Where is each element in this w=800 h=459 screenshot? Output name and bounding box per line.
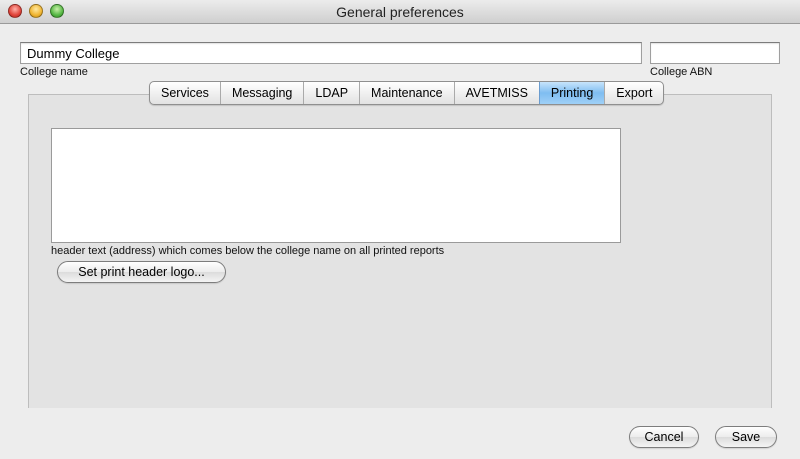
tab-messaging[interactable]: Messaging: [219, 82, 303, 104]
tab-export[interactable]: Export: [604, 82, 663, 104]
cancel-button[interactable]: Cancel: [629, 426, 699, 448]
college-name-input[interactable]: [20, 42, 642, 64]
college-name-label: College name: [20, 66, 88, 78]
college-abn-input[interactable]: [650, 42, 780, 64]
tab-services[interactable]: Services: [150, 82, 220, 104]
window-title: General preferences: [336, 4, 464, 20]
save-button[interactable]: Save: [715, 426, 777, 448]
set-print-header-logo-button[interactable]: Set print header logo...: [57, 261, 226, 283]
tab-bar: Services Messaging LDAP Maintenance AVET…: [149, 81, 665, 105]
college-abn-label: College ABN: [650, 66, 713, 78]
preferences-window: College name College ABN Services Messag…: [0, 24, 800, 459]
header-text-area[interactable]: [51, 128, 621, 243]
header-text-label: header text (address) which comes below …: [51, 245, 445, 257]
tab-ldap[interactable]: LDAP: [303, 82, 359, 104]
tab-printing[interactable]: Printing: [538, 82, 605, 104]
tab-avetmiss[interactable]: AVETMISS: [453, 82, 539, 104]
tab-maintenance[interactable]: Maintenance: [359, 82, 454, 104]
title-bar: General preferences: [0, 0, 800, 24]
